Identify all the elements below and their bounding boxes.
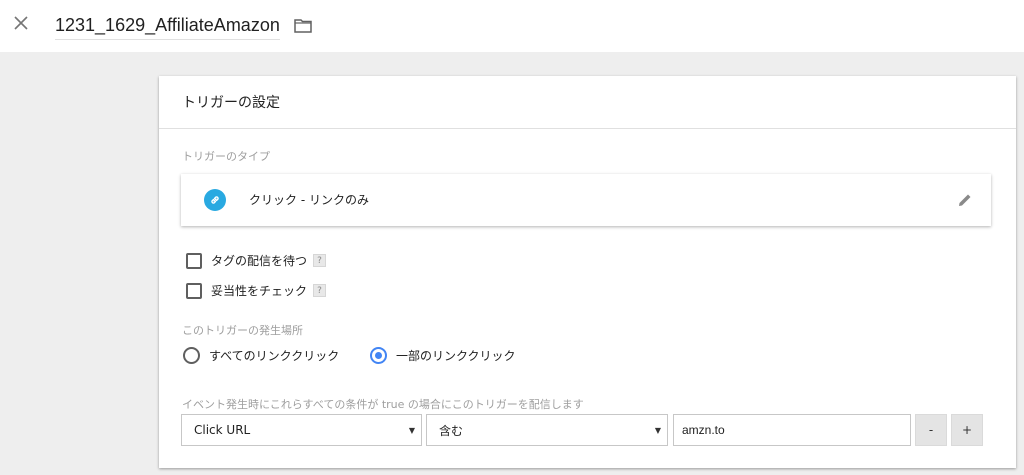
- checkbox-check-validation[interactable]: 妥当性をチェック ?: [186, 282, 327, 299]
- condition-value-input[interactable]: [673, 414, 911, 446]
- close-icon: [14, 16, 28, 30]
- all-link-clicks-radio[interactable]: [183, 347, 200, 364]
- top-bar: 1231_1629_AffiliateAmazon: [0, 0, 1024, 52]
- radio-some-link-clicks[interactable]: 一部のリンククリック: [370, 347, 516, 364]
- variable-select-value: Click URL: [194, 423, 251, 437]
- radio-all-link-clicks[interactable]: すべてのリンククリック: [183, 347, 339, 364]
- check-validation-checkbox[interactable]: [186, 282, 202, 299]
- help-icon[interactable]: ?: [313, 284, 327, 297]
- trigger-type-value: クリック - リンクのみ: [249, 193, 369, 207]
- folder-button[interactable]: [292, 14, 314, 36]
- wait-for-tags-label: タグの配信を待つ: [211, 254, 308, 268]
- add-condition-button[interactable]: +: [951, 414, 983, 446]
- trigger-config-card: トリガーの設定 トリガーのタイプ クリック - リンクのみ タグの配信を待つ ?…: [159, 76, 1016, 468]
- dropdown-arrow-icon: ▼: [654, 426, 661, 435]
- trigger-name-title[interactable]: 1231_1629_AffiliateAmazon: [55, 11, 280, 40]
- some-link-clicks-radio[interactable]: [370, 347, 387, 364]
- check-validation-label: 妥当性をチェック: [211, 284, 308, 298]
- checkbox-wait-for-tags[interactable]: タグの配信を待つ ?: [186, 252, 327, 269]
- card-header: トリガーの設定: [159, 76, 1016, 129]
- trigger-type-selector[interactable]: クリック - リンクのみ: [181, 174, 991, 226]
- operator-select-value: 含む: [439, 423, 464, 438]
- dropdown-arrow-icon: ▼: [408, 426, 415, 435]
- close-button[interactable]: [10, 12, 32, 34]
- trigger-type-label: トリガーのタイプ: [182, 150, 270, 163]
- pencil-icon: [959, 194, 971, 206]
- remove-condition-button[interactable]: -: [915, 414, 947, 446]
- operator-select[interactable]: 含む ▼: [426, 414, 668, 446]
- fires-on-label: このトリガーの発生場所: [182, 324, 303, 337]
- help-icon[interactable]: ?: [313, 254, 327, 267]
- all-link-clicks-label: すべてのリンククリック: [209, 349, 340, 363]
- wait-for-tags-checkbox[interactable]: [186, 252, 202, 269]
- title-area: 1231_1629_AffiliateAmazon: [55, 10, 314, 40]
- link-icon: [204, 189, 226, 211]
- edit-trigger-type-button[interactable]: [955, 190, 975, 210]
- folder-icon: [294, 18, 312, 33]
- variable-select[interactable]: Click URL ▼: [181, 414, 422, 446]
- condition-label: イベント発生時にこれらすべての条件が true の場合にこのトリガーを配信します: [182, 398, 584, 411]
- some-link-clicks-label: 一部のリンククリック: [396, 349, 516, 363]
